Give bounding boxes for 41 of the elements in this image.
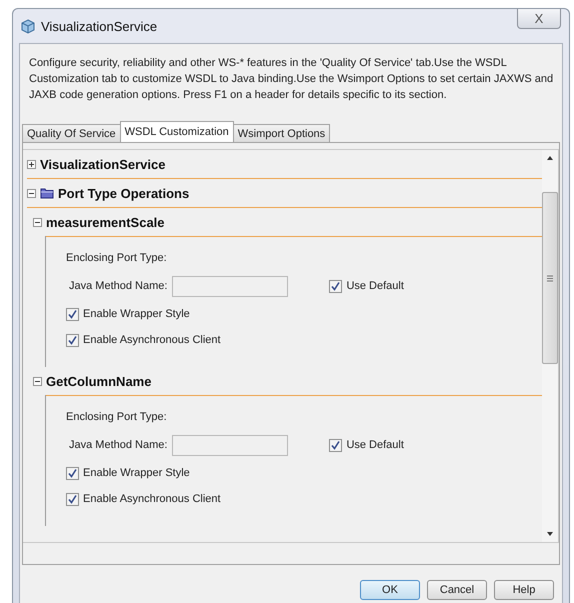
checkbox-label: Enable Asynchronous Client bbox=[83, 493, 221, 505]
expand-icon[interactable] bbox=[27, 160, 36, 168]
checkbox[interactable] bbox=[66, 334, 79, 346]
collapse-icon[interactable] bbox=[27, 188, 36, 198]
scrollbar[interactable] bbox=[542, 150, 558, 542]
description-text: Configure security, reliability and other WS-* features in the 'Quality Of Service' tab.Use the WSDL Customization tab to customize WSDL to Java binding.Use the Wsimport Options to set certain JAXWS and JAXB code generation options. Press F1 on a header for details specific to its section. bbox=[28, 56, 554, 103]
tab[interactable]: Wsimport Options bbox=[232, 124, 330, 142]
operation-header[interactable]: measurementScale bbox=[46, 214, 165, 230]
operation-header[interactable]: GetColumnName bbox=[46, 374, 152, 388]
folder-icon bbox=[40, 187, 54, 199]
scroll-down-icon[interactable] bbox=[545, 530, 555, 538]
field-label: Enclosing Port Type: bbox=[66, 252, 167, 264]
field-label: Enclosing Port Type: bbox=[66, 411, 167, 423]
checkbox-label: Enable Wrapper Style bbox=[83, 467, 190, 479]
dialog-button[interactable]: Cancel bbox=[427, 580, 487, 600]
scroll-up-icon[interactable] bbox=[545, 154, 555, 162]
checkbox[interactable] bbox=[66, 466, 79, 480]
tab[interactable]: Quality Of Service bbox=[22, 124, 121, 142]
field-label: Java Method Name: bbox=[69, 439, 168, 451]
grip-icon[interactable] bbox=[547, 274, 553, 282]
window-title: VisualizationService bbox=[41, 18, 158, 34]
checkbox[interactable] bbox=[66, 308, 79, 320]
checkbox-label: Enable Asynchronous Client bbox=[83, 334, 221, 346]
section-header[interactable]: Port Type Operations bbox=[58, 186, 190, 200]
dialog-button[interactable]: OK bbox=[360, 580, 420, 600]
checkbox[interactable] bbox=[329, 280, 342, 292]
method-name-field[interactable] bbox=[172, 434, 288, 456]
checkbox[interactable] bbox=[66, 492, 79, 506]
checkbox-label: Use Default bbox=[346, 439, 404, 451]
collapse-icon[interactable] bbox=[33, 376, 42, 386]
collapse-icon[interactable] bbox=[33, 218, 42, 226]
method-name-field[interactable] bbox=[172, 276, 288, 296]
tab[interactable]: WSDL Customization bbox=[120, 121, 234, 142]
section-header[interactable]: VisualizationService bbox=[40, 156, 166, 172]
cube-icon bbox=[21, 18, 35, 34]
field-label: Java Method Name: bbox=[69, 280, 168, 292]
checkbox-label: Use Default bbox=[346, 280, 404, 292]
checkbox[interactable] bbox=[329, 438, 342, 452]
checkbox-label: Enable Wrapper Style bbox=[83, 308, 190, 320]
close-button[interactable]: X bbox=[517, 9, 561, 29]
dialog-button[interactable]: Help bbox=[494, 580, 554, 600]
